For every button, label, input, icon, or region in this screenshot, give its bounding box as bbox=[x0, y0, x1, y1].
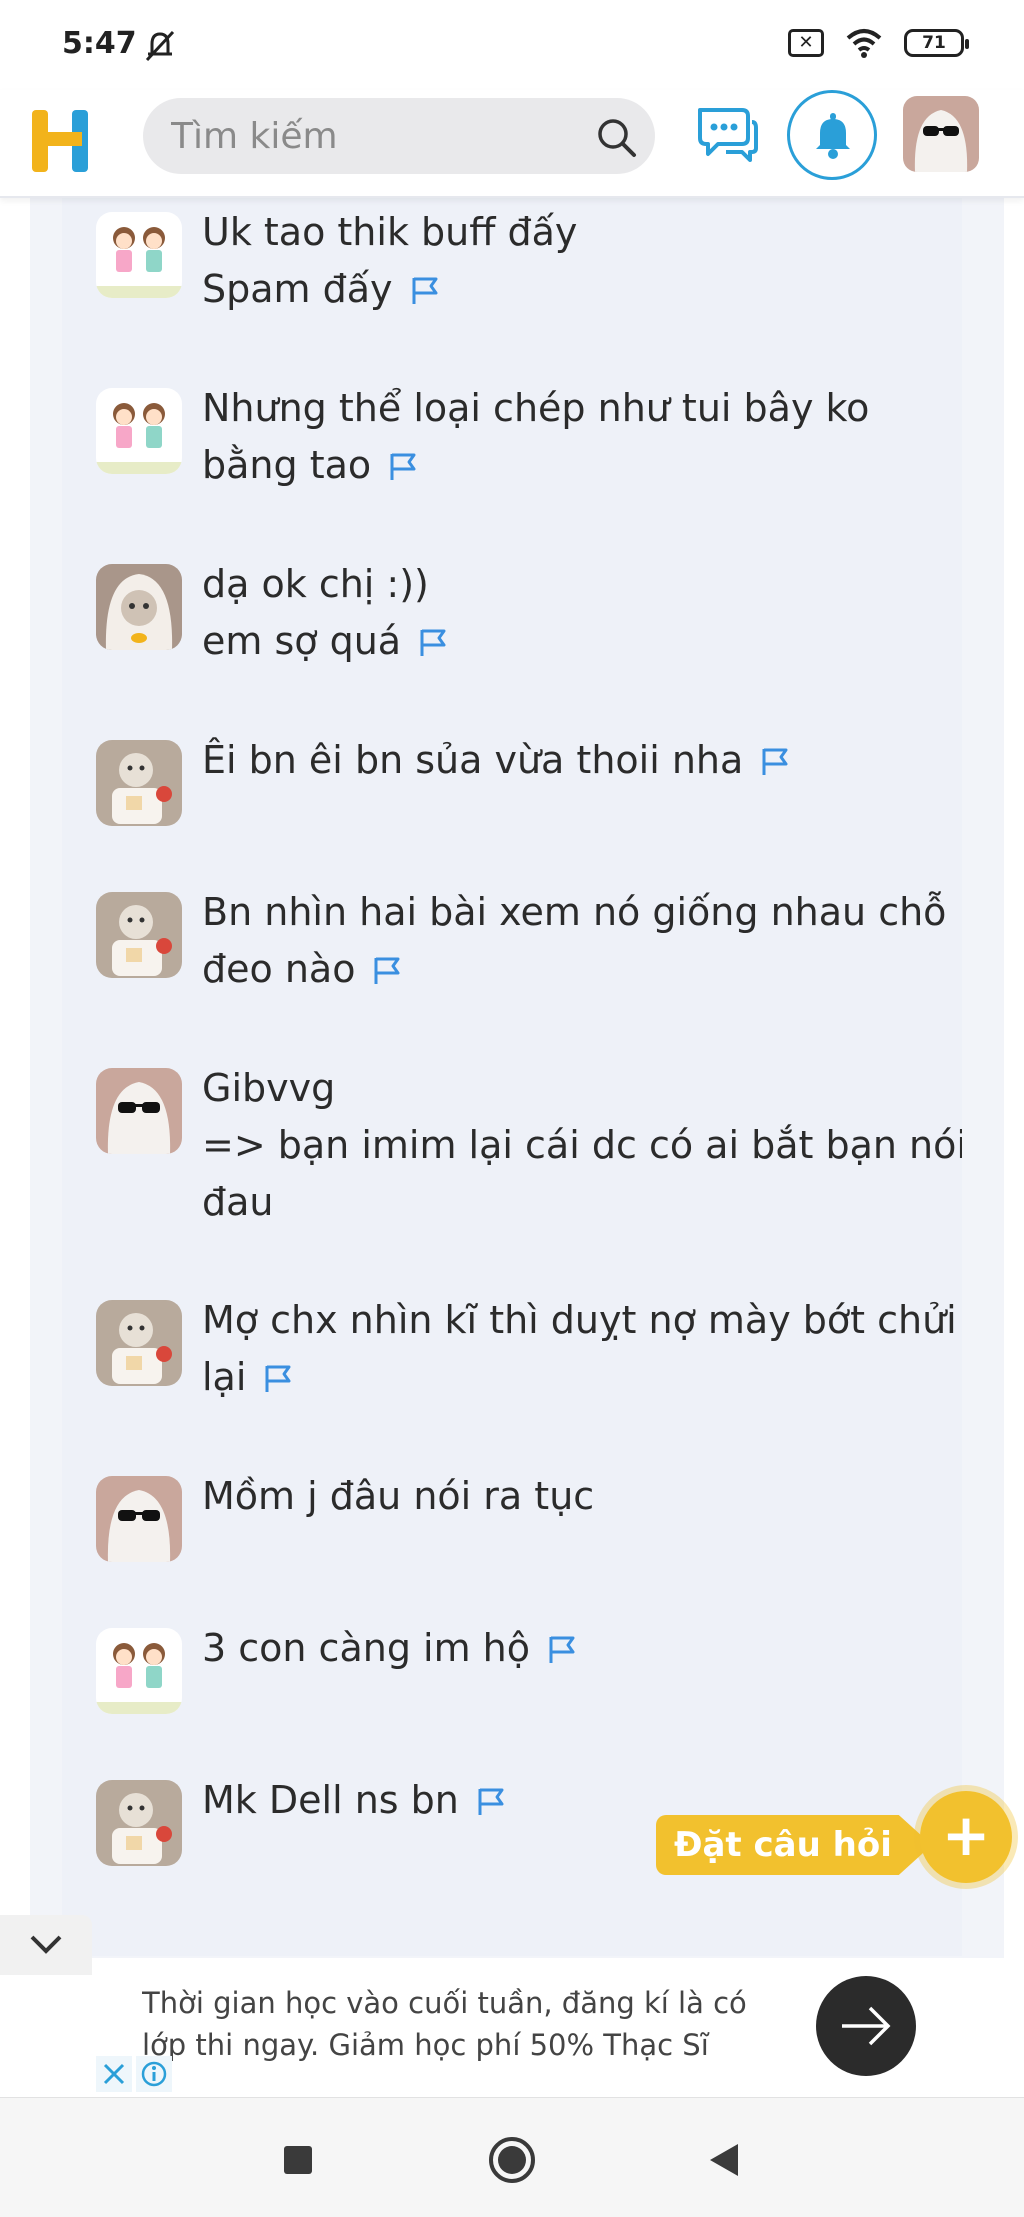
hoc24-logo[interactable] bbox=[28, 104, 94, 176]
comment-line: đau bbox=[202, 1174, 952, 1231]
comment-line-text: Mợ chx nhìn kĩ thì duỵt nợ mày bớt chửi bbox=[202, 1298, 957, 1342]
app-header bbox=[0, 90, 1024, 198]
report-flag-icon[interactable] bbox=[262, 1353, 294, 1392]
wifi-icon bbox=[846, 29, 882, 58]
comment-line-text: đau bbox=[202, 1180, 274, 1224]
commenter-avatar[interactable] bbox=[96, 1628, 182, 1714]
report-flag-icon[interactable] bbox=[475, 1776, 507, 1815]
comment-text: Mồm j đâu nói ra tục bbox=[202, 1468, 952, 1525]
square-icon bbox=[284, 2146, 312, 2174]
back-triangle-icon bbox=[710, 2144, 738, 2176]
back-button[interactable] bbox=[698, 2134, 750, 2186]
comment-line-text: dạ ok chị :)) bbox=[202, 562, 429, 606]
user-avatar[interactable] bbox=[903, 96, 979, 172]
comment-line: Êi bn êi bn sủa vừa thoii nha bbox=[202, 732, 952, 789]
comment-text: Uk tao thik buff đấy Spam đấy bbox=[202, 204, 952, 318]
comment-line-text: em sợ quá bbox=[202, 619, 402, 663]
report-flag-icon[interactable] bbox=[387, 441, 419, 480]
comment-line-text: Gibvvg bbox=[202, 1066, 336, 1110]
system-navigation-bar bbox=[0, 2097, 1024, 2217]
ask-question-button[interactable]: Đặt câu hỏi + bbox=[656, 1791, 1012, 1883]
comment-line: lại bbox=[202, 1349, 952, 1406]
comment-line-text: Mồm j đâu nói ra tục bbox=[202, 1474, 595, 1518]
comment-line: dạ ok chị :)) bbox=[202, 556, 952, 613]
commenter-avatar[interactable] bbox=[96, 388, 182, 474]
commenter-avatar[interactable] bbox=[96, 1780, 182, 1866]
report-flag-icon[interactable] bbox=[417, 617, 449, 656]
report-flag-icon[interactable] bbox=[371, 945, 403, 984]
comment-text: 3 con càng im hộ bbox=[202, 1620, 952, 1677]
commenter-avatar[interactable] bbox=[96, 892, 182, 978]
comment-text: Bn nhìn hai bài xem nó giống nhau chỗ đeo… bbox=[202, 884, 952, 998]
comment-text: dạ ok chị :)) em sợ quá bbox=[202, 556, 952, 670]
comment-text: Mợ chx nhìn kĩ thì duỵt nợ mày bớt chửi l… bbox=[202, 1292, 957, 1406]
comment-line: bằng tao bbox=[202, 437, 952, 494]
comment-line: Nhưng thể loại chép như tui bây ko bbox=[202, 380, 952, 437]
ad-open-button[interactable] bbox=[816, 1976, 916, 2076]
sim-card-icon: ✕ bbox=[788, 29, 824, 57]
comment-line: Mợ chx nhìn kĩ thì duỵt nợ mày bớt chửi bbox=[202, 1292, 957, 1349]
comment-line-text: Mk Dell ns bn bbox=[202, 1778, 459, 1822]
report-flag-icon[interactable] bbox=[546, 1624, 578, 1663]
status-bar: 5:47 ✕ 71 bbox=[0, 0, 1024, 90]
recent-apps-button[interactable] bbox=[272, 2134, 324, 2186]
ad-text-line-1: Thời gian học vào cuối tuần, đăng kí là … bbox=[142, 1986, 747, 2020]
comment-line-text: Spam đấy bbox=[202, 267, 393, 311]
commenter-avatar[interactable] bbox=[96, 564, 182, 650]
comment-line: Bn nhìn hai bài xem nó giống nhau chỗ bbox=[202, 884, 952, 941]
comment-line: 3 con càng im hộ bbox=[202, 1620, 952, 1677]
bell-icon bbox=[816, 113, 850, 159]
comment-text: Êi bn êi bn sủa vừa thoii nha bbox=[202, 732, 952, 789]
comment-line: Mồm j đâu nói ra tục bbox=[202, 1468, 952, 1525]
comment-line-text: Bn nhìn hai bài xem nó giống nhau chỗ bbox=[202, 890, 947, 934]
comment-line-text: Êi bn êi bn sủa vừa thoii nha bbox=[202, 738, 744, 782]
commenter-avatar[interactable] bbox=[96, 1068, 182, 1154]
commenter-avatar[interactable] bbox=[96, 740, 182, 826]
comment-line-text: lại bbox=[202, 1355, 247, 1399]
comment-line: Uk tao thik buff đấy bbox=[202, 204, 952, 261]
comment-thread: Uk tao thik buff đấy Spam đấy Nhưng thể lo… bbox=[62, 198, 962, 1956]
report-flag-icon[interactable] bbox=[409, 265, 441, 304]
ask-question-label[interactable]: Đặt câu hỏi bbox=[656, 1815, 932, 1875]
advertisement-banner[interactable]: Thời gian học vào cuối tuần, đăng kí là … bbox=[96, 1960, 932, 2092]
search-input[interactable] bbox=[171, 98, 591, 174]
collapse-ad-button[interactable] bbox=[0, 1915, 92, 1975]
ad-close-icon[interactable] bbox=[96, 2056, 132, 2092]
comment-line: đeo nào bbox=[202, 941, 952, 998]
report-flag-icon[interactable] bbox=[759, 736, 791, 775]
comment-line-text: => bạn imim lại cái dc có ai bắt bạn nói bbox=[202, 1123, 962, 1167]
comment-line-text: Nhưng thể loại chép như tui bây ko bbox=[202, 386, 870, 430]
chevron-down-icon bbox=[30, 1935, 62, 1954]
comment-line: em sợ quá bbox=[202, 613, 952, 670]
comment-line-text: bằng tao bbox=[202, 443, 372, 487]
status-time: 5:47 bbox=[62, 26, 137, 61]
ad-text[interactable]: Thời gian học vào cuối tuần, đăng kí là … bbox=[142, 1982, 782, 2070]
comment-line: => bạn imim lại cái dc có ai bắt bạn nói bbox=[202, 1117, 962, 1174]
commenter-avatar[interactable] bbox=[96, 1300, 182, 1386]
home-button[interactable] bbox=[486, 2134, 538, 2186]
comment-line: Gibvvg bbox=[202, 1060, 952, 1117]
arrow-right-icon bbox=[842, 2006, 891, 2046]
notifications-button[interactable] bbox=[787, 90, 877, 180]
ad-info-icon[interactable] bbox=[136, 2056, 172, 2092]
comment-line: Spam đấy bbox=[202, 261, 952, 318]
search-icon[interactable] bbox=[595, 116, 637, 158]
comment-line-text: Uk tao thik buff đấy bbox=[202, 210, 578, 254]
notifications-muted-icon bbox=[145, 30, 175, 62]
ad-badges bbox=[96, 2056, 172, 2092]
commenter-avatar[interactable] bbox=[96, 1476, 182, 1562]
comment-line-text: đeo nào bbox=[202, 947, 356, 991]
battery-icon: 71 bbox=[904, 29, 969, 57]
chat-icon[interactable] bbox=[694, 104, 760, 164]
comment-line-text: 3 con càng im hộ bbox=[202, 1626, 531, 1670]
plus-icon[interactable]: + bbox=[920, 1791, 1012, 1883]
commenter-avatar[interactable] bbox=[96, 212, 182, 298]
comment-text: Nhưng thể loại chép như tui bây ko bằng t… bbox=[202, 380, 952, 494]
search-bar[interactable] bbox=[143, 98, 655, 174]
comment-text: Gibvvg => bạn imim lại cái dc có ai bắt b… bbox=[202, 1060, 962, 1231]
ad-text-line-2: lớp thi ngay. Giảm học phí 50% Thạc Sĩ bbox=[142, 2028, 709, 2062]
home-circle-icon bbox=[489, 2137, 535, 2183]
